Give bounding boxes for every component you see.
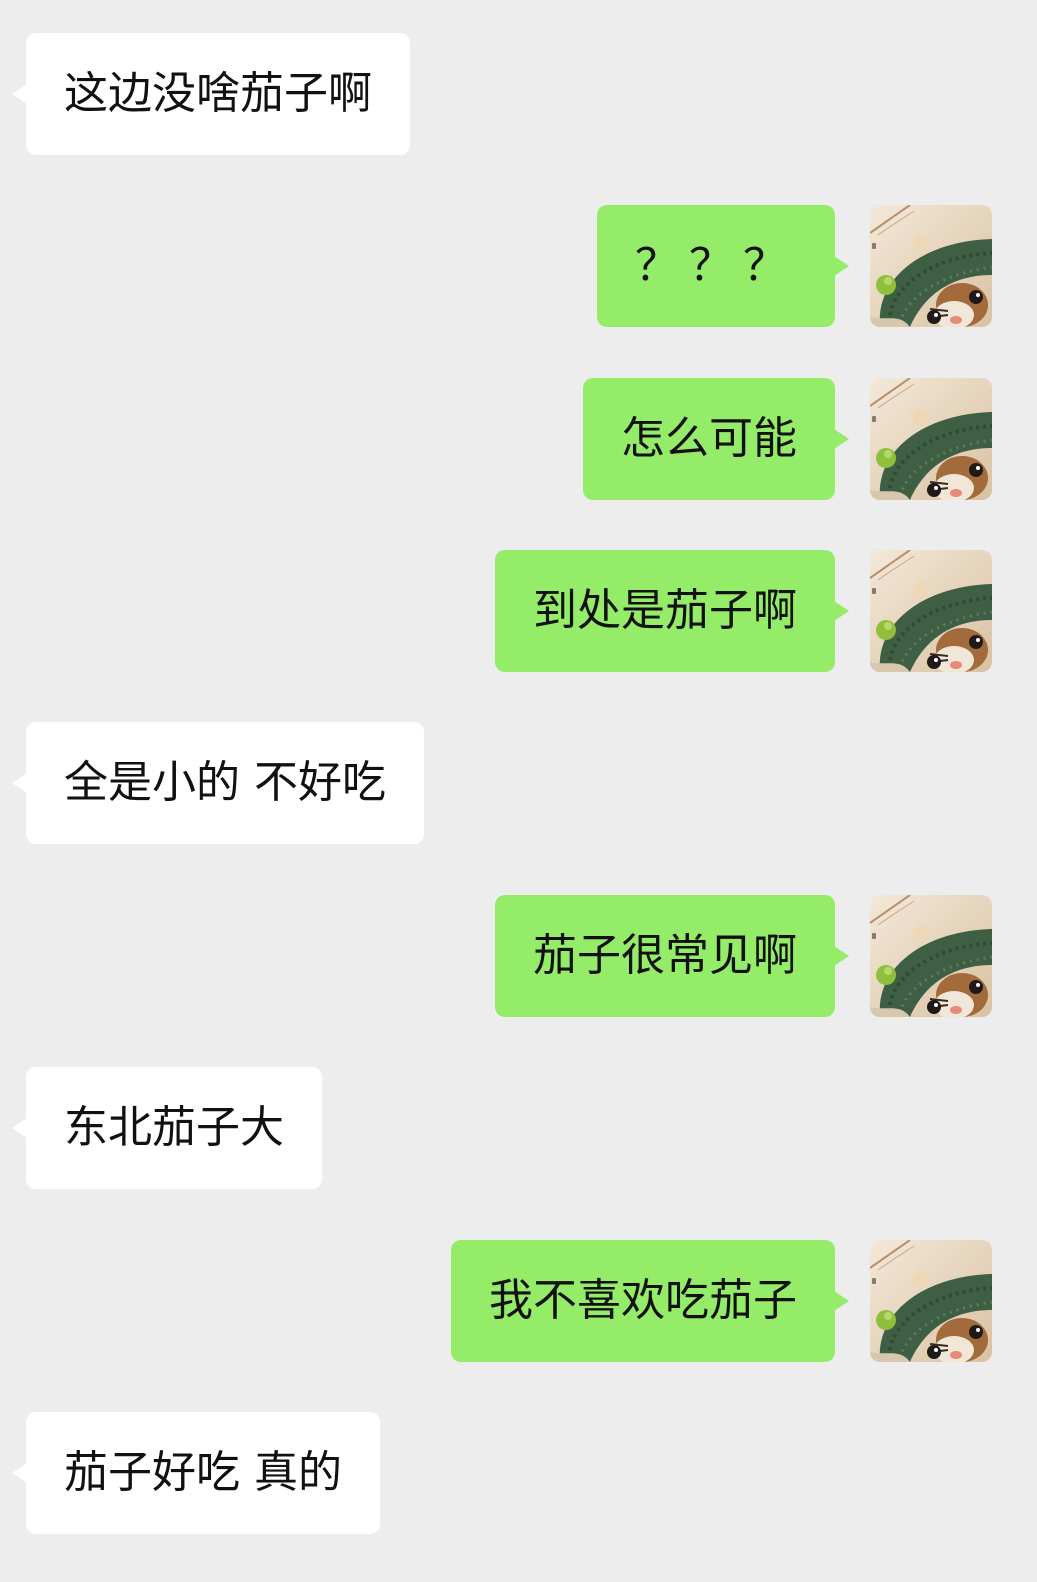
message-row: ？？？ <box>0 205 1037 327</box>
incoming-message-bubble[interactable]: 全是小的 不好吃 <box>12 722 424 844</box>
message-text: 全是小的 不好吃 <box>64 757 386 808</box>
outgoing-message-bubble[interactable]: ？？？ <box>597 205 849 327</box>
bubble-tail <box>834 601 849 621</box>
bubble-tail <box>834 429 849 449</box>
message-row: 怎么可能 <box>0 378 1037 500</box>
message-text: ？？？ <box>635 240 797 291</box>
cat-in-green-hat-avatar-icon <box>870 895 992 1017</box>
message-text: 怎么可能 <box>621 413 797 464</box>
message-text: 茄子好吃 真的 <box>64 1447 342 1498</box>
outgoing-message-bubble[interactable]: 到处是茄子啊 <box>495 550 849 672</box>
message-row: 我不喜欢吃茄子 <box>0 1240 1037 1362</box>
bubble-tail <box>12 1118 27 1138</box>
message-text: 我不喜欢吃茄子 <box>489 1275 797 1326</box>
incoming-message-bubble[interactable]: 这边没啥茄子啊 <box>12 33 410 155</box>
cat-in-green-hat-avatar-icon <box>870 205 992 327</box>
bubble-tail <box>12 773 27 793</box>
bubble-tail <box>12 84 27 104</box>
message-text: 茄子很常见啊 <box>533 930 797 981</box>
incoming-message-bubble[interactable]: 茄子好吃 真的 <box>12 1412 380 1534</box>
avatar[interactable] <box>870 205 992 327</box>
avatar[interactable] <box>870 378 992 500</box>
bubble-tail <box>834 946 849 966</box>
message-row: 到处是茄子啊 <box>0 550 1037 672</box>
message-text: 这边没啥茄子啊 <box>64 68 372 119</box>
bubble-tail <box>834 256 849 276</box>
cat-in-green-hat-avatar-icon <box>870 378 992 500</box>
outgoing-message-bubble[interactable]: 我不喜欢吃茄子 <box>451 1240 849 1362</box>
bubble-tail <box>834 1291 849 1311</box>
cat-in-green-hat-avatar-icon <box>870 1240 992 1362</box>
outgoing-message-bubble[interactable]: 怎么可能 <box>583 378 849 500</box>
avatar[interactable] <box>870 550 992 672</box>
message-row: 茄子很常见啊 <box>0 895 1037 1017</box>
message-text: 到处是茄子啊 <box>533 585 797 636</box>
bubble-tail <box>12 1463 27 1483</box>
avatar[interactable] <box>870 1240 992 1362</box>
outgoing-message-bubble[interactable]: 茄子很常见啊 <box>495 895 849 1017</box>
cat-in-green-hat-avatar-icon <box>870 550 992 672</box>
message-row: 茄子好吃 真的 <box>0 1412 1037 1534</box>
incoming-message-bubble[interactable]: 东北茄子大 <box>12 1067 322 1189</box>
message-text: 东北茄子大 <box>64 1102 284 1153</box>
message-row: 东北茄子大 <box>0 1067 1037 1189</box>
message-row: 这边没啥茄子啊 <box>0 33 1037 155</box>
message-row: 全是小的 不好吃 <box>0 722 1037 844</box>
avatar[interactable] <box>870 895 992 1017</box>
